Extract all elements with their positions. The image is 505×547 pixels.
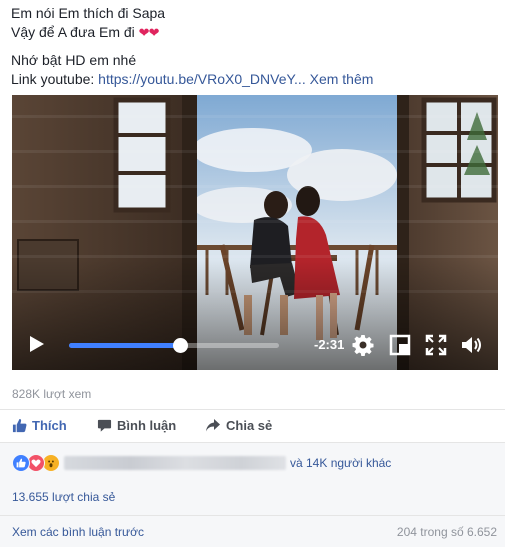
fullscreen-icon[interactable] [425,334,447,356]
reactor-names-redacted [64,456,286,470]
post-line-1: Em nói Em thích đi Sapa [11,5,166,21]
comment-label: Bình luận [117,418,177,433]
view-previous-comments-link[interactable]: Xem các bình luận trước [12,525,144,539]
video-player[interactable]: -2:31 [12,95,498,370]
share-button[interactable]: Chia sẻ [205,418,272,433]
feedback-area: và 14K người khác 13.655 lượt chia sẻ Xe… [0,442,505,547]
post-actions: Thích Bình luận Chia sẻ [0,414,505,442]
post-text: Em nói Em thích đi Sapa Vậy để A đưa Em … [11,4,373,89]
like-button[interactable]: Thích [12,418,67,433]
reactions-summary[interactable]: và 14K người khác [12,454,391,472]
comment-button[interactable]: Bình luận [97,418,176,433]
video-controls: -2:31 [12,320,498,370]
comment-icon [97,419,112,432]
youtube-link[interactable]: https://youtu.be/VRoX0_DNVeY... [98,71,306,87]
post-line-2-text: Vậy để A đưa Em đi [11,24,139,40]
reaction-icons [12,454,60,472]
divider [0,515,505,516]
time-remaining: -2:31 [314,337,345,352]
like-reaction-icon [12,454,30,472]
divider [0,409,505,410]
post-line-2: Vậy để A đưa Em đi ❤❤ [11,23,373,42]
progress-bar[interactable] [69,338,279,353]
progress-handle[interactable] [173,338,189,353]
share-label: Chia sẻ [226,418,273,433]
post-line-3: Nhớ bật HD em nhé [11,52,137,68]
heart-emoji-icon: ❤❤ [138,25,160,40]
divider [0,442,505,443]
picture-in-picture-icon[interactable] [389,334,411,356]
thumbs-up-icon [12,418,27,433]
like-label: Thích [32,418,67,433]
reaction-others-count[interactable]: và 14K người khác [290,456,391,470]
see-more-link[interactable]: Xem thêm [310,71,374,87]
play-icon[interactable] [29,335,45,353]
settings-icon[interactable] [352,334,374,356]
share-arrow-icon [206,419,220,432]
view-count: 828K lượt xem [12,387,92,401]
share-count[interactable]: 13.655 lượt chia sẻ [12,490,115,504]
progress-fill [69,343,181,348]
volume-icon[interactable] [460,334,482,356]
link-label: Link youtube: [11,71,99,87]
comment-count: 204 trong số 6.652 [396,525,497,539]
post-line-link: Link youtube: https://youtu.be/VRoX0_DNV… [11,70,373,89]
